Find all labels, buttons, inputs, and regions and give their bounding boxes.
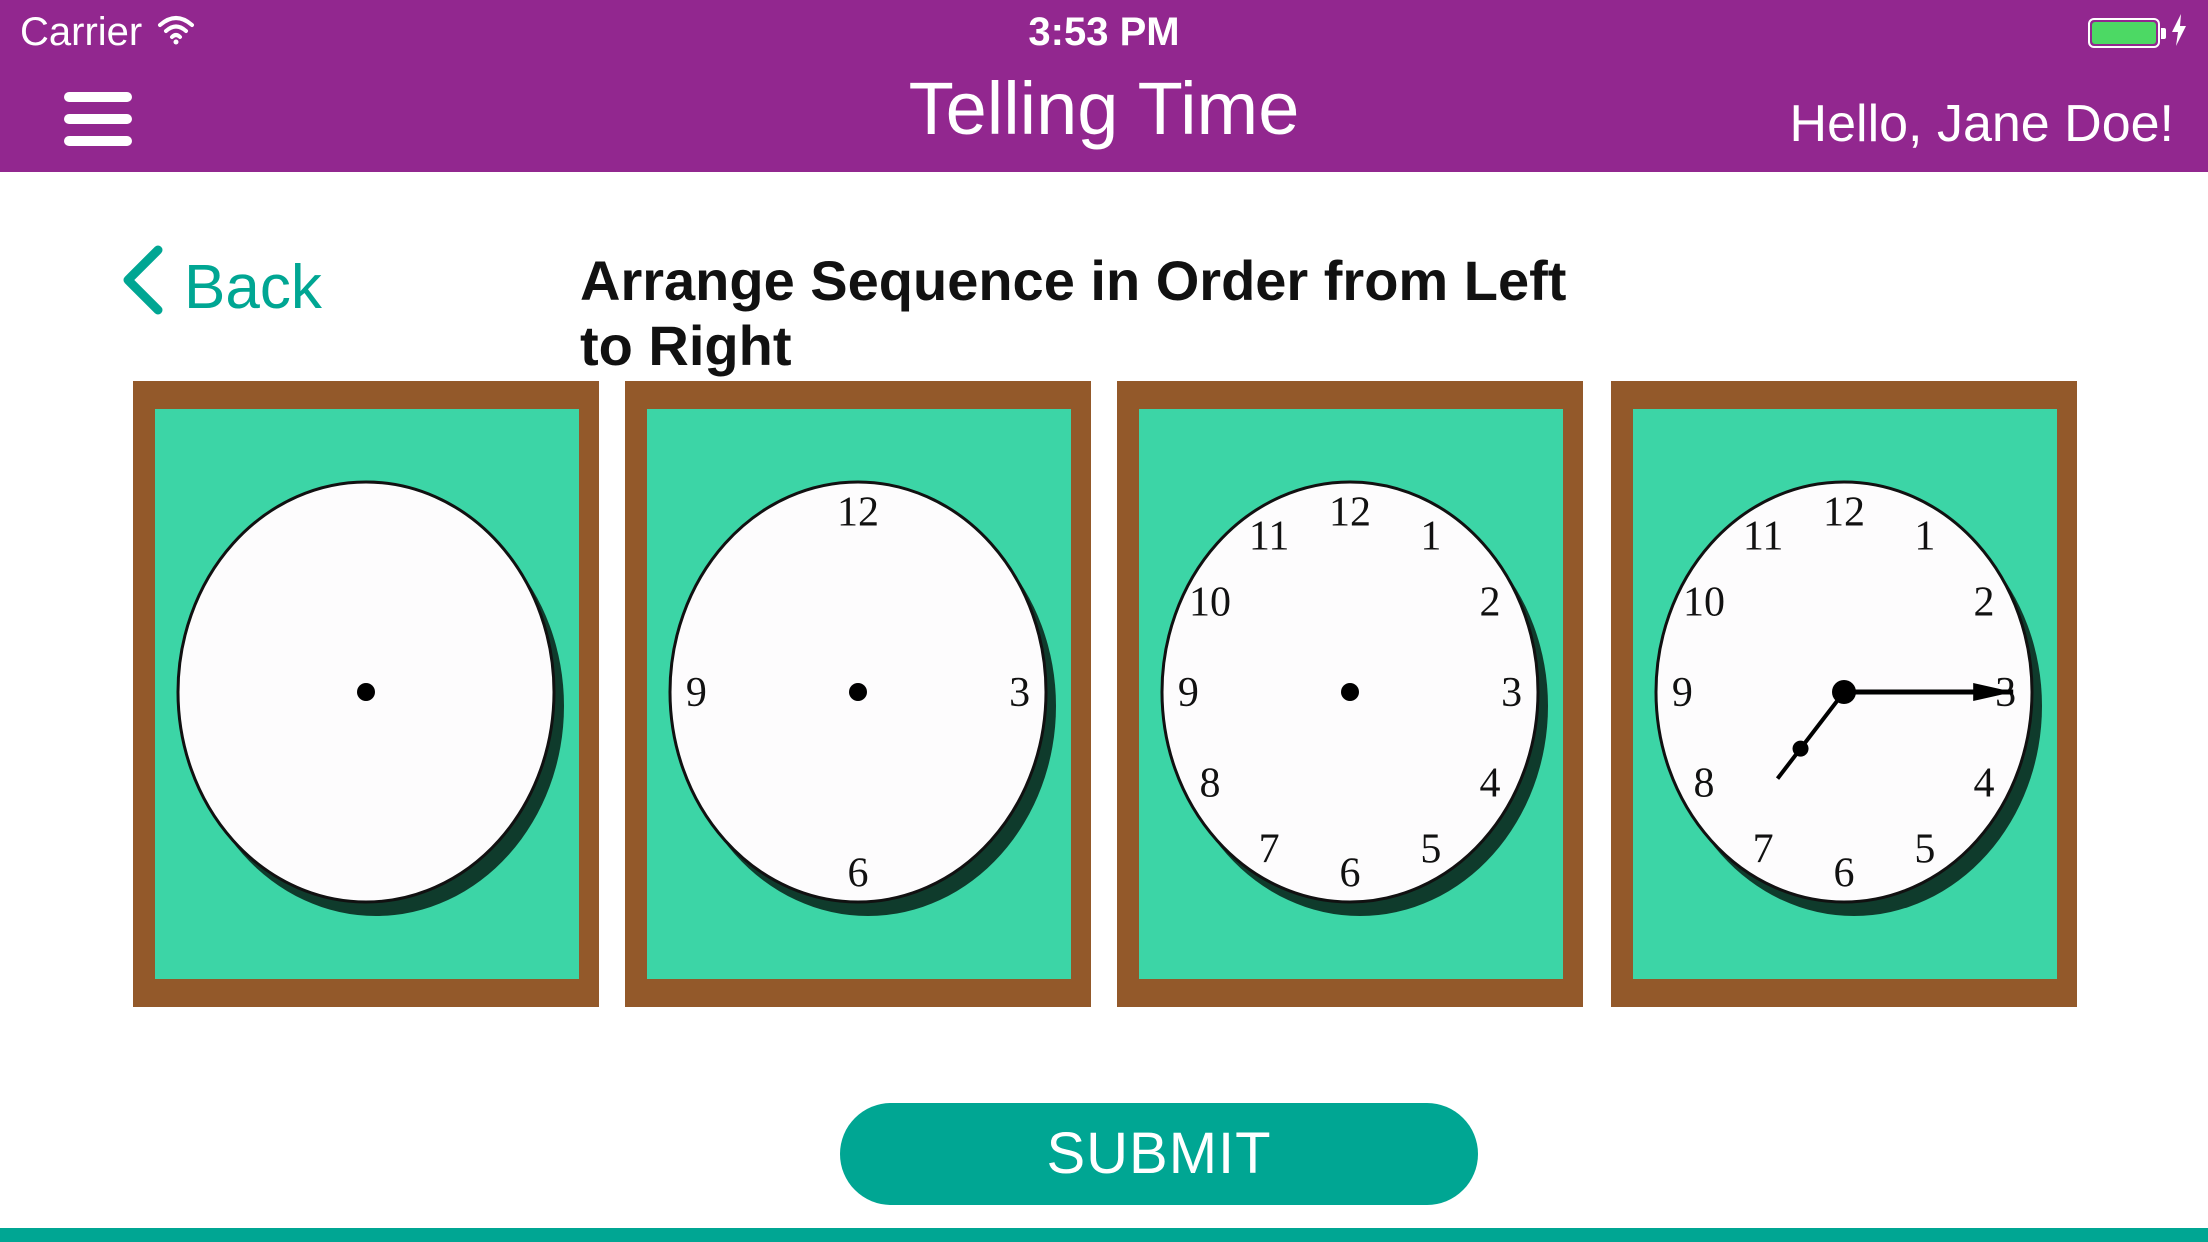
back-button[interactable]: Back: [120, 245, 322, 330]
clock-card-3[interactable]: 12 1 2 3 4 5 6 7 8 9 10 11: [1117, 381, 1583, 1007]
clock-numeral: 12: [1823, 489, 1865, 535]
back-label: Back: [184, 253, 322, 322]
clock-numeral: 10: [1683, 580, 1725, 626]
clock-numeral: 2: [1974, 580, 1995, 626]
battery-icon: [2088, 17, 2166, 48]
clock-card-1[interactable]: [133, 381, 599, 1007]
clock-numeral: 6: [1340, 851, 1361, 897]
clock-numeral: 7: [1259, 826, 1280, 872]
battery-indicator: [2088, 14, 2188, 51]
clock-numeral: 2: [1480, 580, 1501, 626]
clock-face-3: 121234567891011: [1160, 480, 1548, 916]
clock-face-4: 121234567891011: [1654, 480, 2042, 916]
clock-numeral: 1: [1420, 514, 1441, 560]
clock-card-4[interactable]: 121234567891011: [1611, 381, 2077, 1007]
clock-numeral: 4: [1480, 760, 1501, 806]
clock-face-2: 12 3 6 9: [668, 480, 1056, 916]
user-greeting: Hello, Jane Doe!: [1789, 95, 2174, 153]
clock-numeral: 9: [686, 670, 707, 716]
clock-numeral: 11: [1249, 514, 1289, 560]
clock-center: [1341, 683, 1359, 701]
battery-level: [2092, 21, 2156, 44]
bottom-accent-bar: [0, 1228, 2208, 1242]
clock-numeral: 12: [837, 489, 879, 535]
clock-numeral: 4: [1974, 760, 1995, 806]
clock-numeral: 6: [848, 851, 869, 897]
clock-card-row: 12369 121234567891011 121234567891011: [133, 381, 2077, 1007]
clock-center: [1832, 680, 1856, 704]
clock-numeral: 6: [1834, 851, 1855, 897]
clock-numeral: 11: [1743, 514, 1783, 560]
submit-button[interactable]: SUBMIT: [840, 1103, 1478, 1205]
chevron-left-icon: [120, 245, 164, 330]
clock-center: [849, 683, 867, 701]
clock-numeral: 8: [1199, 760, 1220, 806]
clock-numeral: 1: [1914, 514, 1935, 560]
clock-numeral: 5: [1914, 826, 1935, 872]
app-header: Carrier 3:53 PM Telling Time Hello, Jane…: [0, 0, 2208, 172]
clock-numeral: 3: [1501, 670, 1522, 716]
instruction-text: Arrange Sequence in Order from Left to R…: [580, 249, 1567, 377]
clock-numeral: 3: [1009, 670, 1030, 716]
clock-numeral: 9: [1178, 670, 1199, 716]
status-time: 3:53 PM: [1028, 10, 1180, 54]
clock-numeral: 9: [1672, 670, 1693, 716]
clock-numeral: 5: [1420, 826, 1441, 872]
clock-numeral: 7: [1753, 826, 1774, 872]
clock-numeral: 8: [1693, 760, 1714, 806]
clock-numeral: 10: [1189, 580, 1231, 626]
charging-icon: [2170, 14, 2188, 51]
clock-card-2[interactable]: 12 3 6 9: [625, 381, 1091, 1007]
clock-center: [357, 683, 375, 701]
clock-numeral: 12: [1329, 489, 1371, 535]
clock-face-1: [176, 480, 564, 916]
